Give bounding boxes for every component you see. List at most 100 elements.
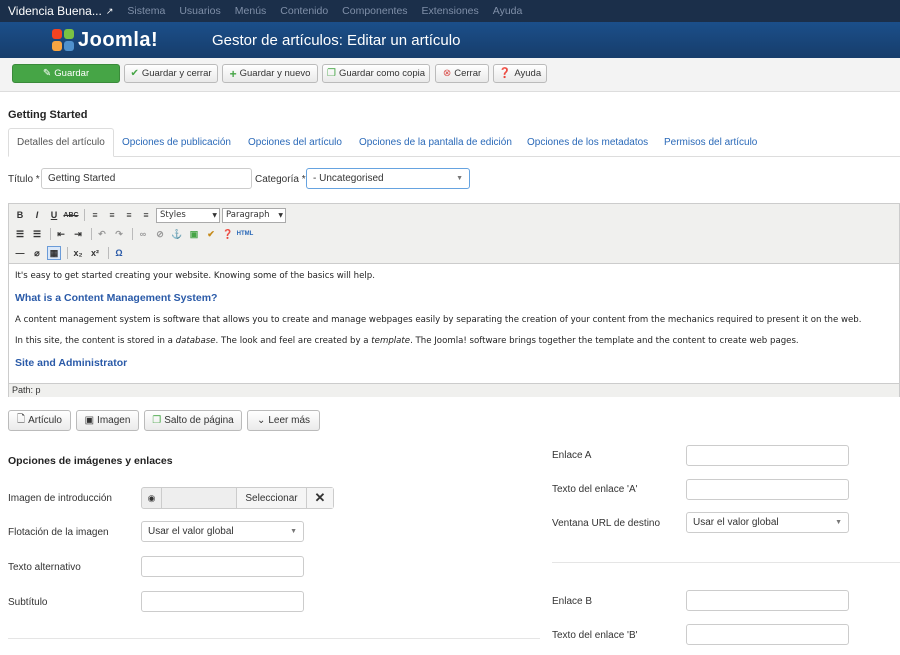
copy-icon: ❐ — [152, 415, 162, 426]
intro-image-label: Imagen de introducción — [8, 493, 112, 504]
paragraph-3: In this site, the content is stored in a… — [15, 336, 799, 346]
alt-text-input[interactable] — [141, 556, 304, 577]
action-toolbar: ✎ Guardar ✔ Guardar y cerrar + Guardar y… — [0, 58, 900, 92]
special-char-icon[interactable]: Ω — [112, 246, 126, 260]
help-icon[interactable]: ❓ — [221, 227, 235, 241]
link-b-label: Enlace B — [552, 596, 593, 607]
menu-ayuda[interactable]: Ayuda — [493, 5, 523, 17]
category-value: - Uncategorised — [313, 173, 384, 184]
save-copy-button[interactable]: ❐ Guardar como copia — [322, 64, 430, 83]
tab-permissions[interactable]: Permisos del artículo — [664, 128, 757, 157]
italic-icon[interactable]: I — [30, 208, 44, 222]
bullet-list-icon[interactable]: ☰ — [13, 227, 27, 241]
title-input[interactable]: Getting Started — [41, 168, 252, 189]
target-window-select[interactable]: Usar el valor global ▼ — [686, 512, 849, 533]
site-name: Videncia Buena... — [8, 4, 102, 18]
menu-componentes[interactable]: Componentes — [342, 5, 407, 17]
page-title: Gestor de artículos: Editar un artículo — [212, 31, 461, 49]
help-label: Ayuda — [514, 68, 542, 79]
cancel-icon: ⊗ — [442, 68, 452, 79]
image-icon[interactable]: ▣ — [187, 227, 201, 241]
align-right-icon[interactable]: ≡ — [122, 208, 136, 222]
link-a-label: Enlace A — [552, 450, 592, 461]
readmore-button[interactable]: ⌄ Leer más — [247, 410, 320, 431]
format-select[interactable]: Paragraph ▼ — [222, 207, 286, 223]
article-heading: Getting Started — [8, 109, 88, 121]
menu-menus[interactable]: Menús — [235, 5, 267, 17]
tab-details[interactable]: Detalles del artículo — [8, 128, 114, 157]
picture-icon: ▣ — [84, 415, 95, 426]
indent-icon[interactable]: ⇥ — [71, 227, 85, 241]
chevron-down-icon: ▼ — [456, 175, 463, 182]
link-b-input[interactable] — [686, 590, 849, 611]
chevron-down-icon: ⌄ — [256, 415, 266, 426]
html-source-icon[interactable]: HTML — [237, 227, 254, 241]
horizontal-rule-icon[interactable]: — — [13, 246, 27, 260]
undo-icon[interactable]: ↶ — [95, 227, 109, 241]
outdent-icon[interactable]: ⇤ — [54, 227, 68, 241]
anchor-icon[interactable]: ⚓ — [170, 227, 184, 241]
save-button[interactable]: ✎ Guardar — [12, 64, 120, 83]
align-center-icon[interactable]: ≡ — [105, 208, 119, 222]
joomla-logo[interactable]: Joomla! — [52, 29, 212, 52]
target-window-value: Usar el valor global — [693, 517, 779, 528]
remove-format-icon[interactable]: ⌀ — [30, 246, 44, 260]
title-label: Título * — [8, 174, 40, 185]
link-icon[interactable]: ∞ — [136, 227, 150, 241]
insert-image-button[interactable]: ▣ Imagen — [76, 410, 139, 431]
chevron-down-icon: ▼ — [835, 519, 842, 526]
divider — [552, 562, 900, 563]
caption-input[interactable] — [141, 591, 304, 612]
tab-metadata[interactable]: Opciones de los metadatos — [527, 128, 648, 157]
clear-icon[interactable]: ✕ — [306, 488, 333, 508]
editor-content[interactable]: It's easy to get started creating your w… — [9, 265, 899, 383]
subscript-icon[interactable]: x₂ — [71, 246, 85, 260]
format-value: Paragraph — [226, 210, 270, 220]
eye-icon[interactable]: ◉ — [142, 488, 162, 508]
close-button[interactable]: ⊗ Cerrar — [435, 64, 489, 83]
unlink-icon[interactable]: ⊘ — [153, 227, 167, 241]
category-select[interactable]: - Uncategorised ▼ — [306, 168, 470, 189]
menu-contenido[interactable]: Contenido — [280, 5, 328, 17]
float-select[interactable]: Usar el valor global ▼ — [141, 521, 304, 542]
paragraph-2: A content management system is software … — [15, 315, 862, 325]
strikethrough-icon[interactable]: ABC — [63, 208, 78, 222]
table-icon[interactable]: ▦ — [47, 246, 61, 260]
menu-extensiones[interactable]: Extensiones — [422, 5, 479, 17]
save-close-button[interactable]: ✔ Guardar y cerrar — [124, 64, 218, 83]
save-label: Guardar — [54, 68, 90, 79]
cleanup-icon[interactable]: ✔ — [204, 227, 218, 241]
tab-publishing[interactable]: Opciones de publicación — [122, 128, 231, 157]
save-close-label: Guardar y cerrar — [141, 68, 212, 79]
tab-editor-config[interactable]: Opciones de la pantalla de edición — [359, 128, 512, 157]
save-copy-label: Guardar como copia — [338, 68, 426, 79]
chevron-down-icon: ▼ — [212, 211, 217, 219]
pagebreak-button[interactable]: ❐ Salto de página — [144, 410, 242, 431]
help-button[interactable]: ❓ Ayuda — [493, 64, 547, 83]
select-image-label: Seleccionar — [245, 492, 298, 504]
select-image-button[interactable]: Seleccionar — [236, 488, 306, 508]
styles-select[interactable]: Styles ▼ — [156, 207, 220, 223]
insert-article-button[interactable]: 🗋 Artículo — [8, 410, 71, 431]
link-b-text-input[interactable] — [686, 624, 849, 645]
tab-article-options[interactable]: Opciones del artículo — [248, 128, 342, 157]
numbered-list-icon[interactable]: ☰ — [30, 227, 44, 241]
site-name-link[interactable]: Videncia Buena... ↗ — [0, 4, 113, 18]
link-a-input[interactable] — [686, 445, 849, 466]
align-justify-icon[interactable]: ≡ — [139, 208, 153, 222]
menu-sistema[interactable]: Sistema — [127, 5, 165, 17]
link-a-text-input[interactable] — [686, 479, 849, 500]
superscript-icon[interactable]: x² — [88, 246, 102, 260]
target-window-label: Ventana URL de destino — [552, 518, 661, 529]
chevron-down-icon: ▼ — [290, 528, 297, 535]
copy-icon: ❐ — [326, 68, 336, 79]
bold-icon[interactable]: B — [13, 208, 27, 222]
align-left-icon[interactable]: ≡ — [88, 208, 102, 222]
heading-2: Site and Administrator — [15, 357, 128, 369]
rich-text-editor: B I U ABC ≡ ≡ ≡ ≡ Styles ▼ Paragraph ▼ ☰… — [8, 203, 900, 397]
save-new-button[interactable]: + Guardar y nuevo — [222, 64, 318, 83]
redo-icon[interactable]: ↷ — [112, 227, 126, 241]
article-tabs: Detalles del artículo Opciones de public… — [8, 128, 900, 157]
menu-usuarios[interactable]: Usuarios — [179, 5, 220, 17]
underline-icon[interactable]: U — [47, 208, 61, 222]
